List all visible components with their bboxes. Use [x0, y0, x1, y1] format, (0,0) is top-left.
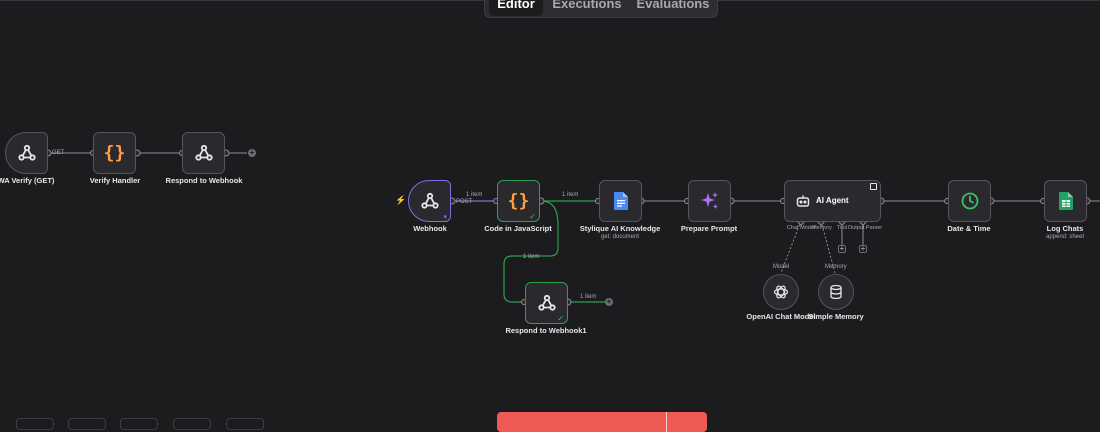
- node-label-verify-handler: Verify Handler: [89, 176, 141, 185]
- webhook-icon: [420, 191, 440, 211]
- webhook-icon: [537, 293, 557, 313]
- node-webhook[interactable]: ▾: [408, 180, 451, 222]
- node-respond-webhook-top[interactable]: [182, 132, 225, 174]
- success-check-icon: ✓: [557, 314, 564, 323]
- edge-label-respond1-items: 1 item: [580, 294, 596, 300]
- workflow-canvas[interactable]: GET POST 1 item 1 item 1 item 1 item Mod…: [0, 0, 1100, 432]
- node-label-webhook: Webhook: [413, 224, 447, 233]
- port-label-chat-model: Chat Model: [786, 225, 816, 231]
- add-tool-plus-icon[interactable]: +: [838, 245, 846, 253]
- node-label-prepare-prompt: Prepare Prompt: [680, 224, 738, 233]
- edge-label-webhook-items: 1 item: [466, 192, 482, 198]
- node-label-openai-chat-model: OpenAI Chat Model: [746, 312, 816, 321]
- test-button-divider: [666, 412, 667, 432]
- zoom-in-button[interactable]: [68, 418, 106, 430]
- tab-editor[interactable]: Editor: [489, 0, 543, 16]
- tab-executions[interactable]: Executions: [547, 0, 627, 16]
- code-icon: {}: [507, 190, 530, 212]
- connections-layer: GET POST 1 item 1 item 1 item 1 item Mod…: [44, 149, 1100, 306]
- edge-label-memory: Memory: [825, 264, 847, 270]
- zoom-to-fit-button[interactable]: [16, 418, 54, 430]
- node-openai-chat-model[interactable]: [763, 274, 799, 310]
- node-knowledge[interactable]: [599, 180, 642, 222]
- edge-label-model: Model: [773, 264, 789, 270]
- node-verify-handler[interactable]: {}: [93, 132, 136, 174]
- add-node-plus-icon[interactable]: +: [248, 149, 256, 157]
- edge-label-post: POST: [456, 199, 473, 205]
- success-check-icon: ✓: [529, 212, 536, 221]
- pin-icon: ▾: [443, 214, 447, 221]
- node-prepare-prompt[interactable]: [688, 180, 731, 222]
- node-code-javascript[interactable]: {} ✓: [497, 180, 540, 222]
- node-date-time[interactable]: [948, 180, 991, 222]
- node-simple-memory[interactable]: [818, 274, 854, 310]
- node-label-wa-verify: WA Verify (GET): [0, 176, 55, 185]
- node-log-chats[interactable]: [1044, 180, 1087, 222]
- google-sheets-icon: [1058, 192, 1073, 210]
- port-label-tool: Tool: [836, 225, 848, 231]
- node-respond-webhook1[interactable]: ✓: [525, 282, 568, 324]
- openai-icon: [773, 284, 789, 300]
- sparkles-icon: [700, 191, 720, 211]
- test-workflow-button[interactable]: [497, 412, 707, 432]
- add-parser-plus-icon[interactable]: +: [859, 245, 867, 253]
- expand-icon: [870, 183, 877, 190]
- tidy-up-button[interactable]: [226, 418, 264, 430]
- node-label-knowledge: Stylique AI Knowledge: [579, 224, 661, 233]
- trigger-bolt-icon: ⚡: [395, 195, 407, 205]
- node-label-simple-memory: Simple Memory: [808, 312, 864, 321]
- node-label-respond-webhook1: Respond to Webhook1: [505, 326, 587, 335]
- add-node-plus-icon[interactable]: +: [605, 298, 613, 306]
- node-label-ai-agent: AI Agent: [816, 196, 849, 205]
- code-icon: {}: [103, 142, 126, 164]
- google-docs-icon: [613, 192, 628, 210]
- node-label-date-time: Date & Time: [947, 224, 991, 233]
- clock-icon: [961, 192, 979, 210]
- zoom-out-button[interactable]: [120, 418, 158, 430]
- node-wa-verify[interactable]: [5, 132, 48, 174]
- database-icon: [830, 285, 842, 299]
- webhook-icon: [194, 143, 214, 163]
- node-label-respond-webhook-top: Respond to Webhook: [165, 176, 243, 185]
- port-label-memory: Memory: [812, 225, 832, 231]
- tab-evaluations[interactable]: Evaluations: [631, 0, 715, 16]
- node-label-log-chats: Log Chats: [1046, 224, 1084, 233]
- port-label-output-parser: Output Parser: [847, 225, 883, 231]
- reset-zoom-button[interactable]: [173, 418, 211, 430]
- robot-icon: [796, 194, 810, 213]
- view-tabs: Editor Executions Evaluations: [484, 0, 718, 18]
- edge-label-code-items: 1 item: [562, 192, 578, 198]
- webhook-icon: [17, 143, 37, 163]
- edge-label-respond-items: 1 item: [523, 254, 539, 260]
- node-sub-knowledge: get: document: [600, 234, 640, 240]
- node-label-code-javascript: Code in JavaScript: [484, 224, 552, 233]
- node-ai-agent[interactable]: AI Agent: [784, 180, 881, 222]
- edge-label-get: GET: [52, 150, 65, 156]
- node-sub-log-chats: append: sheet: [1045, 234, 1085, 240]
